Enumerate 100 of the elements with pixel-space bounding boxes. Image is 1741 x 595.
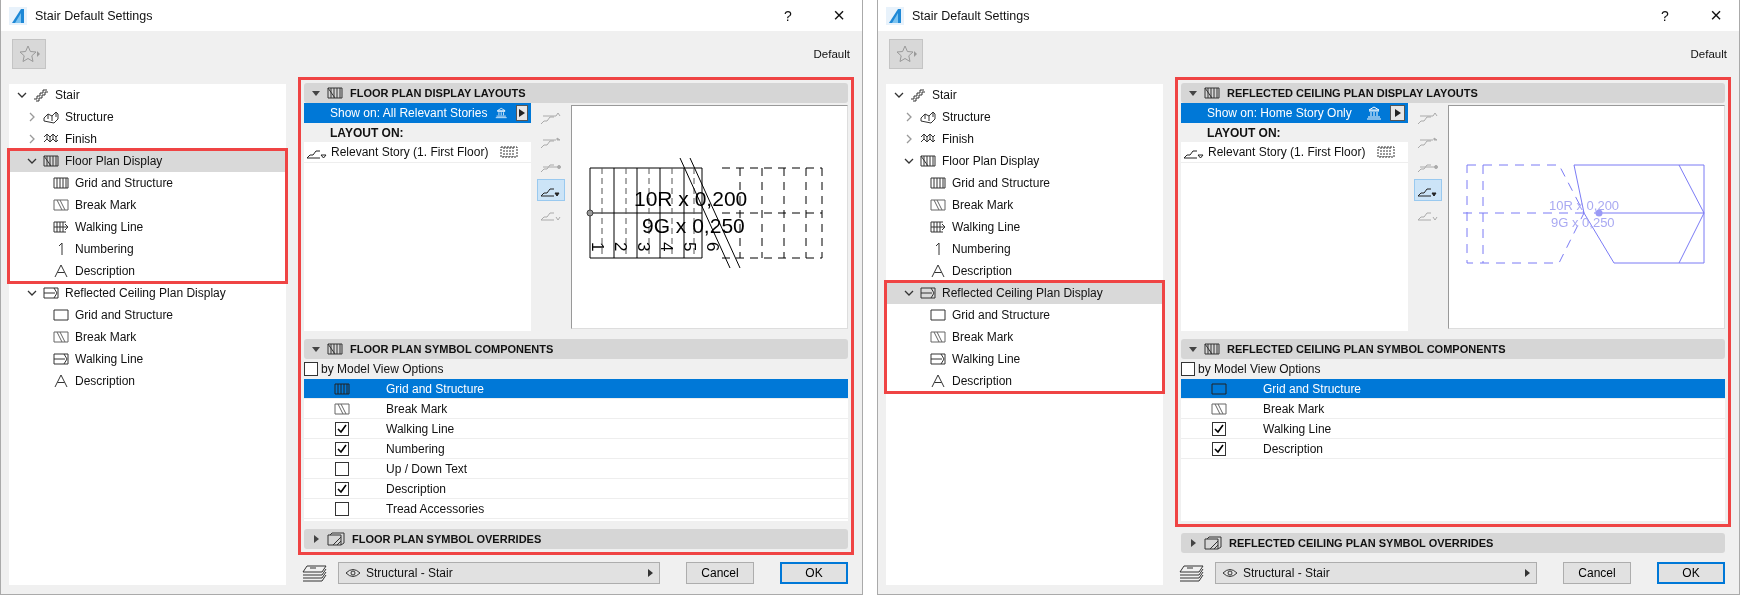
tree-item[interactable]: Walking Line <box>9 348 286 370</box>
checkbox[interactable] <box>335 441 349 456</box>
tree-item[interactable]: Structure <box>886 106 1163 128</box>
section-header[interactable]: REFLECTED CEILING PLAN SYMBOL COMPONENTS <box>1181 339 1725 359</box>
chevron-icon[interactable] <box>27 156 37 166</box>
checkbox[interactable] <box>1181 362 1195 376</box>
tree-item[interactable]: Finish <box>886 128 1163 150</box>
checkbox[interactable] <box>1212 441 1226 456</box>
chevron-icon[interactable] <box>894 90 904 100</box>
layout-row[interactable]: Relevant Story (1. First Floor) <box>1181 142 1408 163</box>
symbol-tool-button[interactable] <box>1414 179 1442 201</box>
section-title: REFLECTED CEILING PLAN SYMBOL OVERRIDES <box>1229 537 1494 549</box>
section-header[interactable]: REFLECTED CEILING PLAN DISPLAY LAYOUTS <box>1181 83 1725 103</box>
tree-item[interactable]: Break Mark <box>9 194 286 216</box>
show-on-item[interactable]: Show on: All Relevant Stories <box>304 103 531 123</box>
show-on-item[interactable]: Show on: Home Story Only <box>1181 103 1408 123</box>
grid-icon <box>1377 146 1395 158</box>
collapse-triangle-icon[interactable] <box>1189 345 1197 353</box>
tree-item[interactable]: Structure <box>9 106 286 128</box>
checkbox[interactable] <box>335 421 349 436</box>
arrow-button[interactable] <box>1390 105 1405 121</box>
component-item[interactable]: Description <box>1181 439 1725 459</box>
tree-item[interactable]: Stair <box>886 84 1163 106</box>
tree-item[interactable]: Finish <box>9 128 286 150</box>
tree-item[interactable]: Numbering <box>886 238 1163 260</box>
component-item[interactable]: Numbering <box>304 439 848 459</box>
arrow-button[interactable] <box>515 105 528 121</box>
tree-item[interactable]: Reflected Ceiling Plan Display <box>886 282 1163 304</box>
help-button[interactable]: ? <box>1645 0 1685 31</box>
tree-item[interactable]: Break Mark <box>886 194 1163 216</box>
plan-icon <box>327 342 343 356</box>
tree-item[interactable]: Reflected Ceiling Plan Display <box>9 282 286 304</box>
tree-item[interactable]: Floor Plan Display <box>9 150 286 172</box>
symbol-tool-button[interactable] <box>537 179 565 201</box>
checkbox[interactable] <box>335 461 349 476</box>
collapse-triangle-icon[interactable] <box>312 345 320 353</box>
component-item[interactable]: Walking Line <box>1181 419 1725 439</box>
checkbox[interactable] <box>335 481 349 496</box>
chevron-icon[interactable] <box>904 288 914 298</box>
checkbox[interactable] <box>1212 421 1226 436</box>
layers-icon <box>302 564 328 582</box>
section-header[interactable]: FLOOR PLAN SYMBOL COMPONENTS <box>304 339 848 359</box>
tread-number: 5 <box>680 242 699 252</box>
ok-button[interactable]: OK <box>1657 562 1725 584</box>
tree-item[interactable]: Walking Line <box>9 216 286 238</box>
favorite-name: Default <box>813 48 850 60</box>
component-item[interactable]: Up / Down Text <box>304 459 848 479</box>
component-item[interactable]: Break Mark <box>304 399 848 419</box>
tree-item[interactable]: Grid and Structure <box>886 304 1163 326</box>
section-header[interactable]: REFLECTED CEILING PLAN SYMBOL OVERRIDES <box>1181 533 1725 553</box>
section-header[interactable]: FLOOR PLAN DISPLAY LAYOUTS <box>304 83 848 103</box>
tree-item[interactable]: Grid and Structure <box>886 172 1163 194</box>
tree-item[interactable]: Break Mark <box>9 326 286 348</box>
component-item[interactable]: Tread Accessories <box>304 499 848 519</box>
checkbox[interactable] <box>335 501 349 516</box>
view-dropdown[interactable]: Structural - Stair <box>1215 562 1537 584</box>
component-item[interactable]: Grid and Structure <box>1181 379 1725 399</box>
building-icon <box>495 106 508 120</box>
break-mark-icon <box>53 198 69 212</box>
tread-number: 2 <box>611 242 630 252</box>
expand-triangle-icon[interactable] <box>312 535 320 543</box>
tree-item[interactable]: Break Mark <box>886 326 1163 348</box>
tree-item[interactable]: Walking Line <box>886 216 1163 238</box>
chevron-icon[interactable] <box>17 90 27 100</box>
view-dropdown[interactable]: Structural - Stair <box>338 562 660 584</box>
component-item[interactable]: Walking Line <box>304 419 848 439</box>
tree-item[interactable]: Floor Plan Display <box>886 150 1163 172</box>
tree-item[interactable]: Numbering <box>9 238 286 260</box>
tree-item[interactable]: Description <box>886 260 1163 282</box>
grid-icon <box>930 176 946 190</box>
chevron-icon[interactable] <box>904 156 914 166</box>
tree-item[interactable]: Stair <box>9 84 286 106</box>
expand-triangle-icon[interactable] <box>1189 539 1197 547</box>
component-item[interactable]: Break Mark <box>1181 399 1725 419</box>
chevron-icon[interactable] <box>27 288 37 298</box>
walking-line-icon <box>53 220 69 234</box>
help-button[interactable]: ? <box>768 0 808 31</box>
tree-item[interactable]: Description <box>9 370 286 392</box>
layout-row[interactable]: Relevant Story (1. First Floor) <box>304 142 531 163</box>
checkbox-label: by Model View Options <box>1198 362 1321 376</box>
close-button[interactable]: × <box>1693 0 1739 31</box>
component-item[interactable]: Description <box>304 479 848 499</box>
eye-icon <box>1222 568 1238 578</box>
tree-item[interactable]: Grid and Structure <box>9 304 286 326</box>
collapse-triangle-icon[interactable] <box>1189 89 1197 97</box>
collapse-triangle-icon[interactable] <box>312 89 320 97</box>
favorite-name: Default <box>1690 48 1727 60</box>
component-item[interactable]: Grid and Structure <box>304 379 848 399</box>
tree-item[interactable]: Description <box>886 370 1163 392</box>
cancel-button[interactable]: Cancel <box>686 562 754 584</box>
cancel-button[interactable]: Cancel <box>1563 562 1631 584</box>
checkbox[interactable] <box>304 362 318 376</box>
close-button[interactable]: × <box>816 0 862 31</box>
tree-item[interactable]: Description <box>9 260 286 282</box>
section-header[interactable]: FLOOR PLAN SYMBOL OVERRIDES <box>304 529 848 549</box>
stair-icon <box>33 88 49 102</box>
description-icon <box>930 374 946 388</box>
tree-item[interactable]: Grid and Structure <box>9 172 286 194</box>
ok-button[interactable]: OK <box>780 562 848 584</box>
tree-item[interactable]: Walking Line <box>886 348 1163 370</box>
